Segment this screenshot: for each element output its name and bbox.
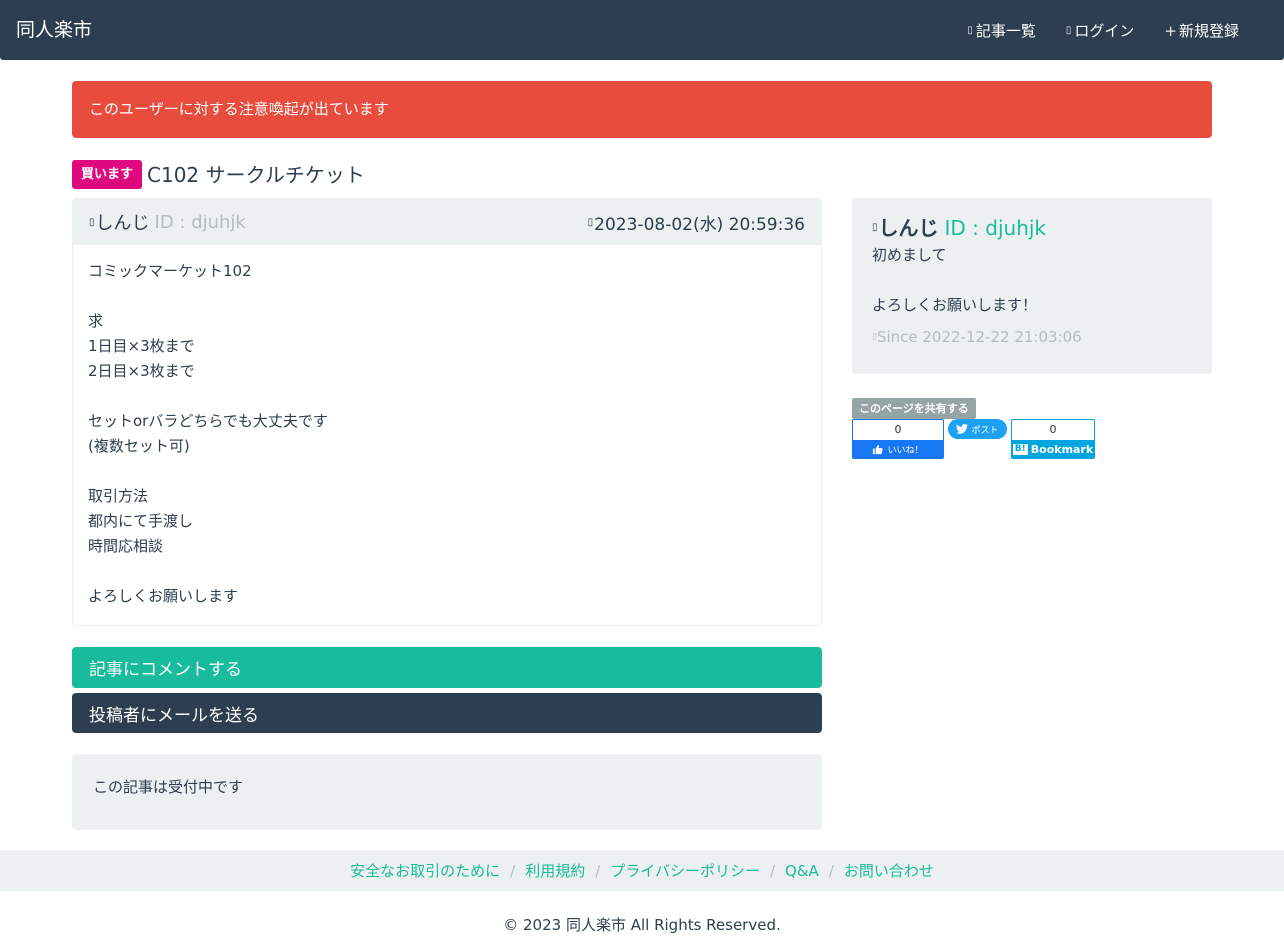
profile-bio: 初めまして よろしくお願いします！ [872, 243, 1192, 318]
post-body-line: 都内にて手渡し [88, 512, 194, 530]
nav-links: ▯ 記事一覧 ▯ ログイン + 新規登録 [967, 20, 1239, 42]
post-body-line: 1日目×3枚まで [88, 337, 195, 355]
post-body-line: コミックマーケット102 [88, 262, 252, 280]
thumbs-up-icon [873, 444, 884, 455]
brand-logo[interactable]: 同人楽市 [16, 18, 92, 42]
hatena-label-text: Bookmark [1030, 443, 1094, 456]
nav-login-label: ログイン [1074, 22, 1135, 40]
profile-name: しんじ [878, 216, 939, 240]
post-body-line [88, 559, 806, 584]
footer-separator: / [828, 861, 834, 880]
nav-register-label: 新規登録 [1178, 22, 1239, 40]
facebook-count: 0 [894, 423, 902, 436]
hatena-count: 0 [1049, 423, 1057, 436]
author-id: ID : djuhjk [154, 211, 246, 233]
footer-link-qa[interactable]: Q&A [785, 862, 819, 880]
post-title-row: 買います C102 サークルチケット [72, 160, 365, 189]
post-panel: ▯ しんじ ID : djuhjk ▯ 2023-08-02(水) 20:59:… [72, 198, 822, 626]
facebook-like-label: いいね！ [853, 440, 943, 458]
footer-link-terms[interactable]: 利用規約 [525, 860, 585, 881]
profile-bio-line: よろしくお願いします！ [872, 296, 1038, 314]
profile-card: ▯ しんじ ID : djuhjk 初めまして よろしくお願いします！ ▯ Si… [852, 198, 1212, 374]
post-header: ▯ しんじ ID : djuhjk ▯ 2023-08-02(水) 20:59:… [73, 199, 821, 245]
twitter-label-text: ポスト [971, 425, 999, 436]
profile-bio-line: 初めまして [872, 246, 947, 264]
post-body-line [88, 284, 806, 309]
mail-poster-button[interactable]: 投稿者にメールを送る [72, 693, 822, 733]
post-body: コミックマーケット102 求 1日目×3枚まで 2日目×3枚まで セットorバラ… [73, 245, 821, 623]
list-icon: ▯ [967, 25, 973, 36]
footer-separator: / [510, 861, 516, 880]
copyright: © 2023 同人楽市 All Rights Reserved. [503, 916, 781, 934]
profile-id: ID : djuhjk [944, 216, 1047, 240]
hatena-b-icon: B! [1012, 444, 1028, 455]
post-body-line [88, 459, 806, 484]
member-since: ▯ Since 2022-12-22 21:03:06 [872, 328, 1192, 346]
profile-bio-line [872, 268, 1192, 293]
post-date: ▯ 2023-08-02(水) 20:59:36 [588, 210, 805, 235]
post-body-line: 求 [88, 312, 104, 330]
hatena-label: B! Bookmark [1012, 440, 1094, 458]
user-icon: ▯ [89, 216, 95, 228]
hatena-bookmark-button[interactable]: 0 B! Bookmark [1011, 419, 1095, 459]
navbar: 同人楽市 ▯ 記事一覧 ▯ ログイン + 新規登録 [0, 0, 1284, 60]
facebook-label-text: いいね！ [887, 446, 924, 456]
nav-login[interactable]: ▯ ログイン [1066, 20, 1135, 42]
footer-separator: / [769, 861, 776, 880]
user-icon: ▯ [872, 222, 878, 233]
nav-article-list[interactable]: ▯ 記事一覧 [967, 20, 1036, 42]
footer-separator: / [595, 861, 601, 880]
profile-name-row[interactable]: ▯ しんじ ID : djuhjk [872, 214, 1192, 242]
post-body-line: 時間応相談 [88, 537, 164, 555]
footer-link-privacy[interactable]: プライバシーポリシー [610, 860, 760, 881]
footer-link-contact[interactable]: お問い合わせ [844, 860, 934, 881]
member-since-text: Since 2022-12-22 21:03:06 [876, 328, 1082, 346]
post-body-line: (複数セット可) [88, 437, 190, 455]
nav-register[interactable]: + 新規登録 [1164, 20, 1239, 42]
twitter-bird-icon [956, 424, 969, 434]
author-name: しんじ [95, 213, 150, 234]
post-status: この記事は受付中です [72, 754, 822, 830]
post-date-text: 2023-08-02(水) 20:59:36 [594, 214, 805, 235]
post-body-line: 2日目×3枚まで [88, 362, 195, 380]
plus-icon: + [1164, 22, 1177, 40]
nav-article-list-label: 記事一覧 [975, 22, 1036, 40]
share-label: このページを共有する [852, 398, 976, 419]
post-body-line: セットorバラどちらでも大丈夫です [88, 412, 328, 430]
twitter-share-button[interactable]: ポスト [948, 419, 1007, 439]
login-icon: ▯ [1065, 25, 1072, 36]
post-title: C102 サークルチケット [147, 162, 365, 187]
post-body-line: 取引方法 [88, 487, 149, 505]
post-author[interactable]: ▯ しんじ ID : djuhjk [89, 209, 246, 235]
facebook-like-button[interactable]: 0 いいね！ [852, 419, 944, 459]
buy-badge: 買います [72, 160, 143, 189]
warning-alert: このユーザーに対する注意喚起が出ています [72, 81, 1212, 138]
footer-links: 安全なお取引のために / 利用規約 / プライバシーポリシー / Q&A / お… [0, 850, 1284, 891]
clock-icon: ▯ [587, 216, 594, 228]
footer-link-safety[interactable]: 安全なお取引のために [350, 860, 500, 881]
post-body-line: よろしくお願いします [88, 587, 239, 605]
post-body-line [88, 384, 806, 409]
comment-button[interactable]: 記事にコメントする [72, 647, 822, 688]
